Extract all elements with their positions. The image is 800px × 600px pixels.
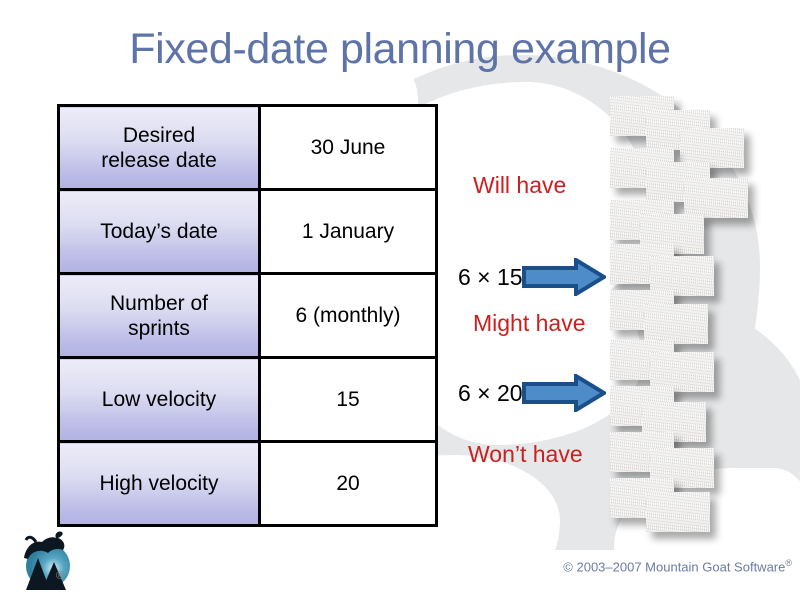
stone-brick: [680, 128, 744, 168]
stone-brick: [650, 256, 714, 296]
background-blob-lower: [430, 300, 800, 550]
stone-brick: [642, 402, 706, 442]
table-cell-label: High velocity: [57, 440, 261, 527]
stone-brick: [610, 96, 674, 136]
table-cell-label: Desired release date: [57, 104, 261, 191]
page-title: Fixed-date planning example: [129, 25, 671, 73]
right-arrow-icon: [521, 258, 606, 296]
stone-brick: [684, 178, 748, 218]
label-line-1: Desired: [122, 123, 196, 147]
stone-brick: [610, 478, 674, 518]
label-line-2: release date: [101, 148, 217, 172]
label-line-2: sprints: [128, 316, 190, 340]
label-line-1: Today’s date: [100, 220, 218, 243]
planning-parameters-table: Desired release date 30 June Today’s dat…: [57, 104, 438, 527]
table-cell-value: 1 January: [258, 188, 438, 275]
calculation-low-velocity-text: 6 × 15: [458, 263, 523, 290]
stone-brick-stack: [610, 96, 790, 536]
table-cell-value: 20: [258, 440, 438, 527]
label-line-1: Low velocity: [101, 388, 217, 411]
stone-brick: [640, 214, 704, 254]
stone-brick: [650, 352, 714, 392]
stone-brick: [646, 110, 710, 150]
stone-brick: [646, 162, 710, 202]
stone-brick: [610, 200, 674, 240]
table-cell-value: 30 June: [258, 104, 438, 191]
table-row: Desired release date 30 June: [57, 104, 438, 191]
copyright-text: © 2003–2007 Mountain Goat Software: [563, 559, 786, 575]
stone-brick: [610, 340, 674, 380]
stone-brick: [646, 492, 710, 532]
copyright-footer: © 2003–2007 Mountain Goat Software®: [400, 558, 792, 574]
mountain-goat-software-logo: [24, 531, 70, 590]
stone-brick: [610, 290, 674, 330]
stone-brick: [610, 386, 674, 426]
registered-mark: ®: [785, 558, 792, 568]
stone-brick: [610, 148, 674, 188]
callout-will-have: Will have: [473, 172, 567, 198]
stone-brick: [610, 432, 674, 472]
right-arrow-icon: [521, 374, 606, 412]
logo-registered-mark: ®: [56, 570, 65, 582]
table-row: High velocity 20: [57, 440, 438, 527]
table-cell-label: Low velocity: [57, 356, 261, 443]
table-cell-value: 15: [258, 356, 438, 443]
table-row: Today’s date 1 January: [57, 188, 438, 275]
table-row: Low velocity 15: [57, 356, 438, 443]
calculation-high-velocity: 6 × 20: [458, 374, 606, 412]
table-cell-label: Today’s date: [57, 188, 261, 275]
stone-brick: [650, 448, 714, 488]
table-cell-value: 6 (monthly): [258, 272, 438, 359]
table-cell-label: Number of sprints: [57, 272, 261, 359]
stone-brick: [610, 244, 674, 284]
label-line-1: Number of: [109, 291, 209, 315]
table-row: Number of sprints 6 (monthly): [57, 272, 438, 359]
calculation-low-velocity: 6 × 15: [458, 258, 606, 296]
background-cutout-right: [614, 468, 800, 600]
callout-wont-have: Won’t have: [468, 441, 583, 467]
label-line-1: High velocity: [99, 472, 219, 495]
callout-might-have: Might have: [473, 310, 586, 336]
stone-brick: [644, 304, 708, 344]
logo-goat-horn: [24, 535, 38, 543]
calculation-high-velocity-text: 6 × 20: [458, 379, 523, 406]
slide-canvas: Fixed-date planning example Desired rele…: [0, 0, 800, 600]
